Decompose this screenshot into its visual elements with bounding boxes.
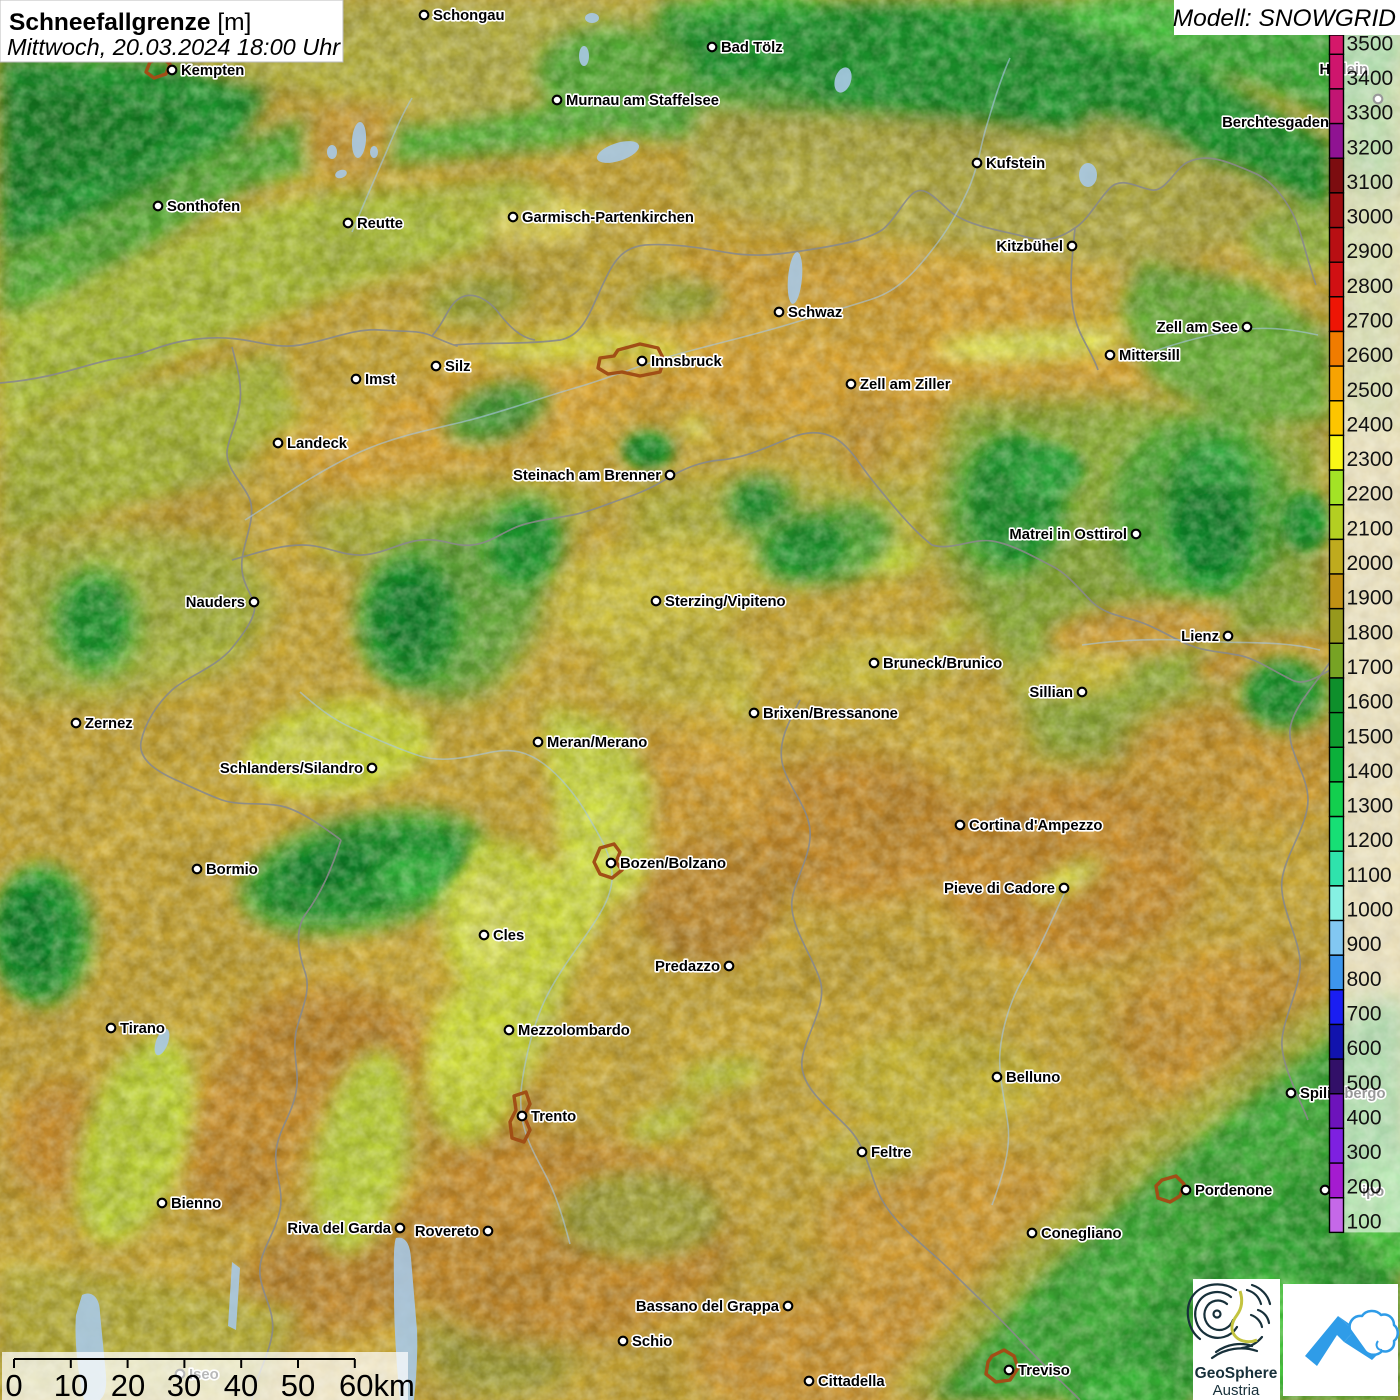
svg-text:Bozen/Bolzano: Bozen/Bolzano bbox=[620, 856, 726, 872]
svg-text:Sillian: Sillian bbox=[1029, 685, 1073, 701]
svg-text:Imst: Imst bbox=[365, 372, 395, 388]
svg-text:Steinach am Brenner: Steinach am Brenner bbox=[513, 468, 661, 484]
svg-text:200: 200 bbox=[1347, 1176, 1382, 1199]
svg-text:Zernez: Zernez bbox=[85, 716, 133, 732]
svg-text:Schongau: Schongau bbox=[433, 8, 505, 24]
svg-text:Cles: Cles bbox=[493, 928, 524, 944]
svg-text:Zell am Ziller: Zell am Ziller bbox=[860, 377, 951, 393]
svg-text:10: 10 bbox=[54, 1368, 88, 1400]
svg-text:Kempten: Kempten bbox=[181, 63, 244, 79]
svg-text:Cortina d'Ampezzo: Cortina d'Ampezzo bbox=[969, 818, 1102, 834]
svg-text:3300: 3300 bbox=[1347, 102, 1394, 125]
svg-text:Schneefallgrenze [m]: Schneefallgrenze [m] bbox=[9, 9, 251, 36]
svg-text:1600: 1600 bbox=[1347, 691, 1394, 714]
svg-text:Bienno: Bienno bbox=[171, 1196, 221, 1212]
svg-text:Zell am See: Zell am See bbox=[1157, 320, 1238, 336]
svg-text:2000: 2000 bbox=[1347, 552, 1394, 575]
svg-text:Matrei in Osttirol: Matrei in Osttirol bbox=[1009, 527, 1127, 543]
svg-text:Modell: SNOWGRID: Modell: SNOWGRID bbox=[1173, 5, 1396, 32]
svg-text:Trento: Trento bbox=[531, 1109, 576, 1125]
svg-text:Sterzing/Vipiteno: Sterzing/Vipiteno bbox=[665, 594, 786, 610]
svg-text:Pordenone: Pordenone bbox=[1195, 1183, 1272, 1199]
svg-text:60km: 60km bbox=[339, 1368, 415, 1400]
svg-text:Schlanders/Silandro: Schlanders/Silandro bbox=[220, 761, 363, 777]
svg-text:1800: 1800 bbox=[1347, 621, 1394, 644]
svg-text:100: 100 bbox=[1347, 1210, 1382, 1233]
svg-text:Brixen/Bressanone: Brixen/Bressanone bbox=[763, 706, 898, 722]
svg-text:Tirano: Tirano bbox=[120, 1021, 165, 1037]
svg-text:3400: 3400 bbox=[1347, 67, 1394, 90]
svg-text:700: 700 bbox=[1347, 1003, 1382, 1026]
svg-text:Sonthofen: Sonthofen bbox=[167, 199, 240, 215]
svg-text:Bad Tölz: Bad Tölz bbox=[721, 40, 783, 56]
svg-text:GeoSphere: GeoSphere bbox=[1195, 1365, 1278, 1382]
svg-text:0: 0 bbox=[5, 1368, 22, 1400]
svg-text:Berchtesgaden: Berchtesgaden bbox=[1222, 115, 1329, 131]
svg-text:Schio: Schio bbox=[632, 1334, 672, 1350]
svg-text:Cittadella: Cittadella bbox=[818, 1374, 885, 1390]
svg-text:Feltre: Feltre bbox=[871, 1145, 911, 1161]
svg-text:Treviso: Treviso bbox=[1018, 1363, 1070, 1379]
svg-text:Landeck: Landeck bbox=[287, 436, 348, 452]
svg-text:600: 600 bbox=[1347, 1037, 1382, 1060]
svg-text:30: 30 bbox=[167, 1368, 201, 1400]
svg-text:2800: 2800 bbox=[1347, 275, 1394, 298]
svg-text:Meran/Merano: Meran/Merano bbox=[547, 735, 647, 751]
svg-text:1400: 1400 bbox=[1347, 760, 1394, 783]
svg-text:3000: 3000 bbox=[1347, 206, 1394, 229]
svg-text:400: 400 bbox=[1347, 1106, 1382, 1129]
svg-text:1900: 1900 bbox=[1347, 587, 1394, 610]
svg-text:Mezzolombardo: Mezzolombardo bbox=[518, 1023, 630, 1039]
svg-text:900: 900 bbox=[1347, 933, 1382, 956]
svg-text:3100: 3100 bbox=[1347, 171, 1394, 194]
svg-text:20: 20 bbox=[111, 1368, 145, 1400]
svg-text:Rovereto: Rovereto bbox=[415, 1224, 479, 1240]
svg-text:Bassano del Grappa: Bassano del Grappa bbox=[636, 1299, 780, 1315]
svg-text:Garmisch-Partenkirchen: Garmisch-Partenkirchen bbox=[522, 210, 694, 226]
svg-text:3200: 3200 bbox=[1347, 136, 1394, 159]
svg-text:Austria: Austria bbox=[1213, 1382, 1260, 1399]
svg-text:Reutte: Reutte bbox=[357, 216, 403, 232]
svg-text:Schwaz: Schwaz bbox=[788, 305, 842, 321]
svg-text:Riva del Garda: Riva del Garda bbox=[287, 1221, 391, 1237]
svg-text:1200: 1200 bbox=[1347, 829, 1394, 852]
svg-text:1300: 1300 bbox=[1347, 795, 1394, 818]
svg-text:2400: 2400 bbox=[1347, 413, 1394, 436]
svg-text:800: 800 bbox=[1347, 968, 1382, 991]
svg-text:2600: 2600 bbox=[1347, 344, 1394, 367]
svg-text:Pieve di Cadore: Pieve di Cadore bbox=[944, 881, 1055, 897]
svg-text:2200: 2200 bbox=[1347, 483, 1394, 506]
svg-text:1700: 1700 bbox=[1347, 656, 1394, 679]
svg-text:300: 300 bbox=[1347, 1141, 1382, 1164]
svg-text:Kitzbühel: Kitzbühel bbox=[996, 239, 1063, 255]
svg-text:Predazzo: Predazzo bbox=[655, 959, 720, 975]
svg-text:Silz: Silz bbox=[445, 359, 471, 375]
svg-text:2100: 2100 bbox=[1347, 517, 1394, 540]
svg-text:2700: 2700 bbox=[1347, 310, 1394, 333]
svg-text:2300: 2300 bbox=[1347, 448, 1394, 471]
svg-text:500: 500 bbox=[1347, 1072, 1382, 1095]
svg-text:Innsbruck: Innsbruck bbox=[651, 354, 722, 370]
svg-text:2500: 2500 bbox=[1347, 379, 1394, 402]
svg-text:Bormio: Bormio bbox=[206, 862, 258, 878]
svg-text:1000: 1000 bbox=[1347, 899, 1394, 922]
svg-text:Kufstein: Kufstein bbox=[986, 156, 1045, 172]
svg-text:3500: 3500 bbox=[1347, 32, 1394, 55]
svg-text:Mittwoch, 20.03.2024 18:00 Uhr: Mittwoch, 20.03.2024 18:00 Uhr bbox=[7, 34, 341, 60]
svg-text:1500: 1500 bbox=[1347, 725, 1394, 748]
svg-text:Belluno: Belluno bbox=[1006, 1070, 1060, 1086]
svg-text:Lienz: Lienz bbox=[1181, 629, 1219, 645]
svg-text:Murnau am Staffelsee: Murnau am Staffelsee bbox=[566, 93, 719, 109]
svg-text:1100: 1100 bbox=[1347, 864, 1392, 887]
svg-text:40: 40 bbox=[224, 1368, 258, 1400]
svg-text:50: 50 bbox=[281, 1368, 315, 1400]
svg-text:Bruneck/Brunico: Bruneck/Brunico bbox=[883, 656, 1002, 672]
svg-text:Mittersill: Mittersill bbox=[1119, 348, 1180, 364]
svg-text:Nauders: Nauders bbox=[186, 595, 245, 611]
svg-text:Conegliano: Conegliano bbox=[1041, 1226, 1122, 1242]
svg-text:2900: 2900 bbox=[1347, 240, 1394, 263]
